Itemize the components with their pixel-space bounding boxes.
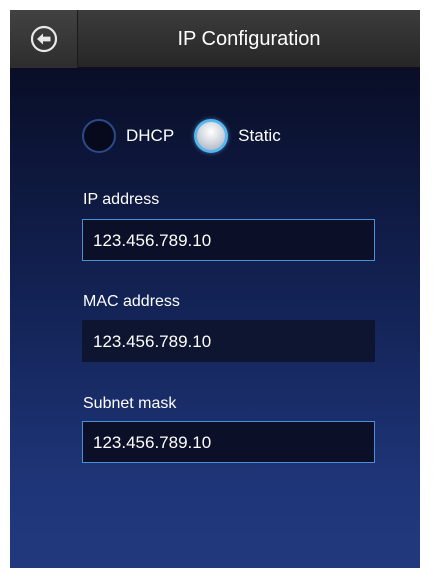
subnet-mask-input[interactable]: 123.456.789.10 — [82, 421, 375, 463]
back-button[interactable] — [10, 10, 78, 68]
page-title: IP Configuration — [177, 28, 321, 50]
radio-selected-icon — [194, 119, 229, 153]
dhcp-radio[interactable]: DHCP — [82, 119, 174, 153]
subnet-mask-label: Subnet mask — [83, 395, 177, 412]
radio-unselected-icon — [82, 119, 116, 153]
back-arrow-icon — [30, 25, 58, 53]
static-radio-label: Static — [238, 126, 281, 145]
mac-address-label: MAC address — [83, 293, 180, 310]
ip-configuration-screen: IP Configuration DHCP Static IP address … — [10, 10, 420, 568]
dhcp-radio-label: DHCP — [126, 126, 175, 145]
header-bar: IP Configuration — [10, 10, 420, 68]
ip-address-label: IP address — [83, 191, 160, 208]
addressing-mode-group: DHCP Static — [82, 118, 281, 154]
ip-address-input[interactable]: 123.456.789.10 — [82, 219, 375, 261]
static-radio[interactable]: Static — [194, 119, 281, 153]
mac-address-value: 123.456.789.10 — [82, 320, 375, 362]
